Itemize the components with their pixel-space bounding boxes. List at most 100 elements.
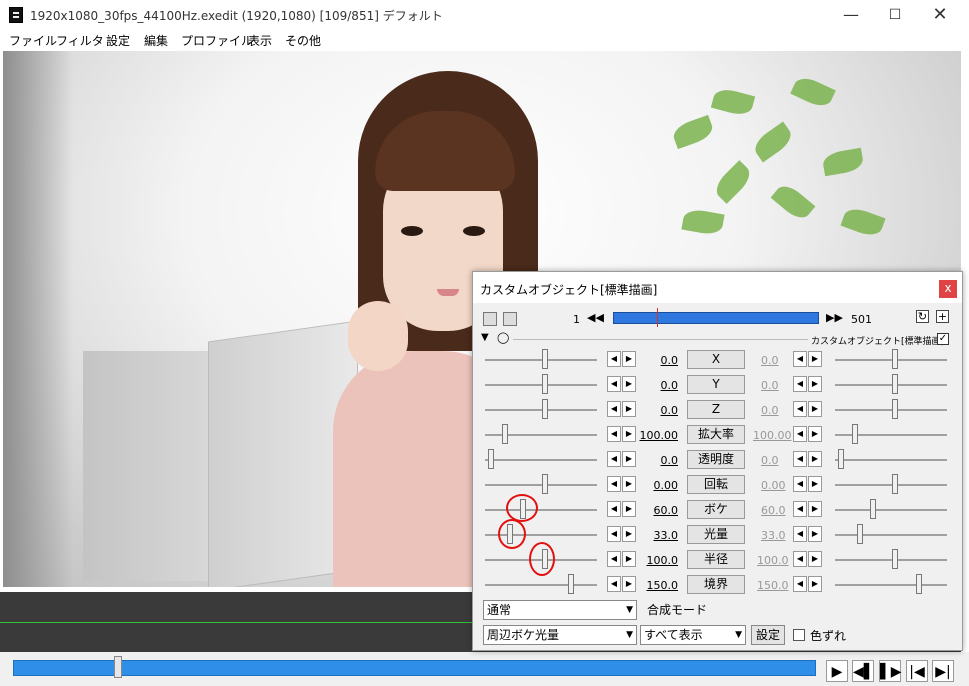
slider-left-track[interactable] bbox=[485, 484, 597, 486]
param-button-blur[interactable]: ボケ bbox=[687, 500, 745, 519]
slider-right-track[interactable] bbox=[835, 534, 947, 536]
filter-select[interactable]: 周辺ボケ光量 ▼ bbox=[483, 625, 637, 645]
param-button-opacity[interactable]: 透明度 bbox=[687, 450, 745, 469]
slider-left-thumb[interactable] bbox=[502, 424, 508, 444]
slider-right-track[interactable] bbox=[835, 459, 947, 461]
param-button-rotation[interactable]: 回転 bbox=[687, 475, 745, 494]
decrement-arrow[interactable]: ◀ bbox=[793, 501, 807, 517]
param-button-x[interactable]: X bbox=[687, 350, 745, 369]
decrement-arrow[interactable]: ◀ bbox=[607, 451, 621, 467]
decrement-arrow[interactable]: ◀ bbox=[793, 576, 807, 592]
slider-right-thumb[interactable] bbox=[892, 474, 898, 494]
slider-right-track[interactable] bbox=[835, 359, 947, 361]
slider-right-track[interactable] bbox=[835, 559, 947, 561]
dialog-close-button[interactable]: x bbox=[939, 280, 957, 298]
decrement-arrow[interactable]: ◀ bbox=[793, 451, 807, 467]
param-button-light[interactable]: 光量 bbox=[687, 525, 745, 544]
image-icon[interactable] bbox=[483, 312, 497, 326]
add-icon[interactable]: + bbox=[936, 310, 949, 323]
slider-left-track[interactable] bbox=[485, 584, 597, 586]
slider-right-thumb[interactable] bbox=[892, 349, 898, 369]
menu-settings[interactable]: 設定 bbox=[106, 32, 130, 49]
maximize-button[interactable]: ☐ bbox=[872, 0, 918, 30]
param-start-value[interactable]: 0.0 bbox=[628, 379, 679, 392]
param-button-scale[interactable]: 拡大率 bbox=[687, 425, 745, 444]
decrement-arrow[interactable]: ◀ bbox=[607, 576, 621, 592]
frame-marker[interactable] bbox=[657, 308, 658, 327]
slider-right-thumb[interactable] bbox=[892, 374, 898, 394]
slider-left-track[interactable] bbox=[485, 384, 597, 386]
decrement-arrow[interactable]: ◀ bbox=[607, 526, 621, 542]
slider-right-track[interactable] bbox=[835, 409, 947, 411]
param-button-y[interactable]: Y bbox=[687, 375, 745, 394]
slider-left-thumb[interactable] bbox=[542, 349, 548, 369]
slider-right-track[interactable] bbox=[835, 384, 947, 386]
param-start-value[interactable]: 100.00 bbox=[628, 429, 679, 442]
param-start-value[interactable]: 60.0 bbox=[628, 504, 679, 517]
slider-left-track[interactable] bbox=[485, 359, 597, 361]
slider-right-thumb[interactable] bbox=[892, 399, 898, 419]
decrement-arrow[interactable]: ◀ bbox=[607, 351, 621, 367]
param-button-z[interactable]: Z bbox=[687, 400, 745, 419]
param-start-value[interactable]: 33.0 bbox=[628, 529, 679, 542]
slider-right-track[interactable] bbox=[835, 584, 947, 586]
play-button[interactable]: ▶ bbox=[826, 660, 848, 682]
decrement-arrow[interactable]: ◀ bbox=[793, 551, 807, 567]
increment-arrow[interactable]: ▶ bbox=[808, 376, 822, 392]
decrement-arrow[interactable]: ◀ bbox=[607, 551, 621, 567]
settings-button[interactable]: 設定 bbox=[751, 625, 785, 645]
slider-left-track[interactable] bbox=[485, 459, 597, 461]
minimize-button[interactable]: — bbox=[828, 0, 874, 30]
menu-filter[interactable]: フィルタ bbox=[56, 32, 104, 49]
increment-arrow[interactable]: ▶ bbox=[808, 526, 822, 542]
decrement-arrow[interactable]: ◀ bbox=[607, 426, 621, 442]
display-select[interactable]: すべて表示 ▼ bbox=[640, 625, 746, 645]
slider-right-track[interactable] bbox=[835, 484, 947, 486]
param-start-value[interactable]: 0.0 bbox=[628, 454, 679, 467]
collapse-arrow-icon[interactable]: ▼ bbox=[481, 332, 489, 343]
decrement-arrow[interactable]: ◀ bbox=[793, 426, 807, 442]
param-start-value[interactable]: 0.0 bbox=[628, 404, 679, 417]
frame-range-bar[interactable] bbox=[613, 312, 819, 324]
increment-arrow[interactable]: ▶ bbox=[808, 576, 822, 592]
param-start-value[interactable]: 0.0 bbox=[628, 354, 679, 367]
menu-file[interactable]: ファイル bbox=[9, 32, 57, 49]
loop-icon[interactable]: ↻ bbox=[916, 310, 929, 323]
forward-button[interactable]: ▶▶ bbox=[826, 310, 843, 326]
seek-bar[interactable] bbox=[13, 660, 816, 676]
slider-right-thumb[interactable] bbox=[857, 524, 863, 544]
decrement-arrow[interactable]: ◀ bbox=[607, 476, 621, 492]
close-button[interactable]: ✕ bbox=[917, 0, 963, 30]
slider-right-thumb[interactable] bbox=[870, 499, 876, 519]
decrement-arrow[interactable]: ◀ bbox=[607, 501, 621, 517]
increment-arrow[interactable]: ▶ bbox=[808, 476, 822, 492]
decrement-arrow[interactable]: ◀ bbox=[607, 376, 621, 392]
slider-right-thumb[interactable] bbox=[852, 424, 858, 444]
slider-left-thumb[interactable] bbox=[542, 474, 548, 494]
increment-arrow[interactable]: ▶ bbox=[808, 451, 822, 467]
param-start-value[interactable]: 100.0 bbox=[628, 554, 679, 567]
decrement-arrow[interactable]: ◀ bbox=[793, 476, 807, 492]
rewind-button[interactable]: ◀◀ bbox=[587, 310, 604, 326]
param-start-value[interactable]: 150.0 bbox=[628, 579, 679, 592]
color-shift-checkbox[interactable] bbox=[793, 629, 805, 641]
last-frame-button[interactable]: ▶| bbox=[932, 660, 954, 682]
slider-left-thumb[interactable] bbox=[542, 374, 548, 394]
next-frame-button[interactable]: ▌▶ bbox=[879, 660, 902, 682]
seek-handle[interactable] bbox=[114, 656, 122, 678]
object-enable-checkbox[interactable]: ✓ bbox=[937, 333, 949, 345]
slider-left-thumb[interactable] bbox=[488, 449, 494, 469]
increment-arrow[interactable]: ▶ bbox=[808, 501, 822, 517]
decrement-arrow[interactable]: ◀ bbox=[793, 401, 807, 417]
menu-profile[interactable]: プロファイル bbox=[181, 32, 253, 49]
slider-right-thumb[interactable] bbox=[916, 574, 922, 594]
decrement-arrow[interactable]: ◀ bbox=[793, 526, 807, 542]
increment-arrow[interactable]: ▶ bbox=[808, 401, 822, 417]
slider-right-thumb[interactable] bbox=[838, 449, 844, 469]
increment-arrow[interactable]: ▶ bbox=[808, 551, 822, 567]
menu-edit[interactable]: 編集 bbox=[144, 32, 168, 49]
decrement-arrow[interactable]: ◀ bbox=[793, 351, 807, 367]
slider-left-track[interactable] bbox=[485, 409, 597, 411]
param-button-radius[interactable]: 半径 bbox=[687, 550, 745, 569]
slider-right-track[interactable] bbox=[835, 509, 947, 511]
